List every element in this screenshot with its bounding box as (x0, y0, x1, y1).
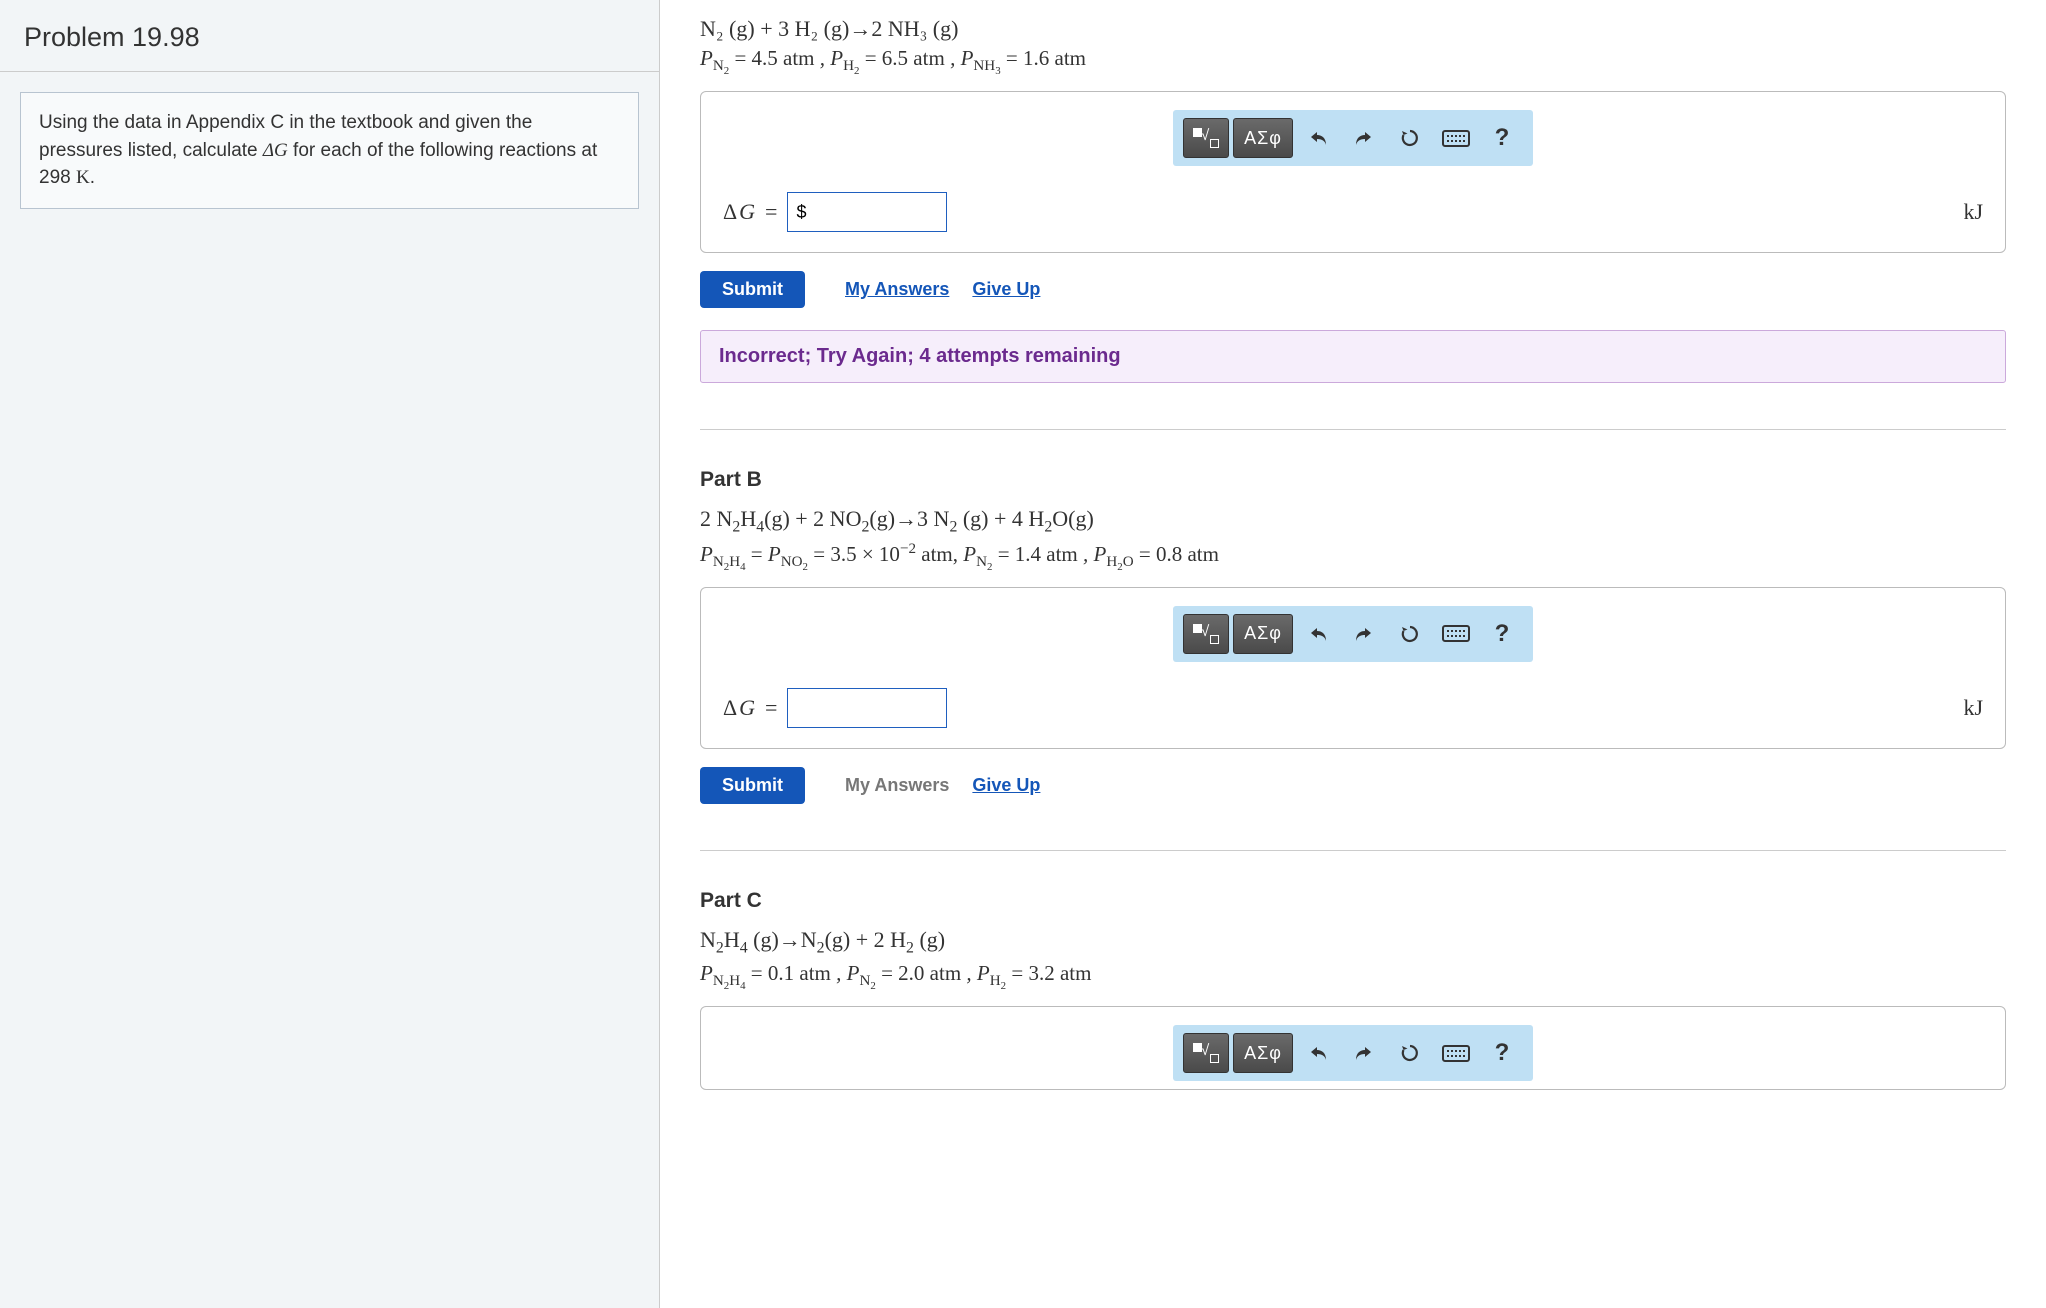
answer-input[interactable] (787, 192, 947, 232)
action-row: Submit My Answers Give Up (700, 271, 2006, 308)
give-up-link[interactable]: Give Up (972, 775, 1040, 795)
redo-icon (1353, 1044, 1375, 1062)
undo-icon (1307, 625, 1329, 643)
problem-title: Problem 19.98 (0, 0, 659, 72)
delta-g-label: ΔG (723, 199, 755, 225)
help-button[interactable]: ? (1481, 1033, 1523, 1073)
answer-box: √ ΑΣφ (700, 1006, 2006, 1090)
help-button[interactable]: ? (1481, 118, 1523, 158)
undo-icon (1307, 129, 1329, 147)
unit-label: kJ (1963, 695, 1983, 721)
reset-button[interactable] (1389, 614, 1431, 654)
feedback-message: Incorrect; Try Again; 4 attempts remaini… (700, 330, 2006, 383)
problem-instructions: Using the data in Appendix C in the text… (20, 92, 639, 209)
pressure-values: PN2H4 = 0.1 atm , PN2 = 2.0 atm , PH2 = … (700, 961, 2006, 992)
reaction-equation: 2 N2H4(g) + 2 NO2(g)→3 N2 (g) + 4 H2O(g) (700, 506, 2006, 536)
templates-icon: √ (1193, 1043, 1219, 1063)
divider (700, 429, 2006, 430)
kelvin-unit: K (76, 167, 90, 188)
give-up-link[interactable]: Give Up (972, 279, 1040, 299)
part-b-title: Part B (700, 468, 2006, 492)
keyboard-icon (1442, 625, 1470, 642)
templates-button[interactable]: √ (1183, 614, 1229, 654)
templates-button[interactable]: √ (1183, 118, 1229, 158)
templates-icon: √ (1193, 128, 1219, 148)
equation-toolbar: √ ΑΣφ (1173, 606, 1533, 662)
sidebar: Problem 19.98 Using the data in Appendix… (0, 0, 660, 1308)
my-answers-link[interactable]: My Answers (845, 279, 949, 299)
keyboard-icon (1442, 1045, 1470, 1062)
keyboard-button[interactable] (1435, 118, 1477, 158)
divider (700, 850, 2006, 851)
pressure-values: PN2H4 = PNO2 = 3.5 × 10−2 atm, PN2 = 1.4… (700, 541, 2006, 573)
keyboard-button[interactable] (1435, 614, 1477, 654)
delta-g-label: ΔG (723, 695, 755, 721)
reset-icon (1399, 623, 1421, 645)
reset-icon (1399, 1042, 1421, 1064)
help-button[interactable]: ? (1481, 614, 1523, 654)
my-answers-link: My Answers (845, 775, 949, 795)
undo-button[interactable] (1297, 118, 1339, 158)
submit-button[interactable]: Submit (700, 271, 805, 308)
reaction-equation: N₂ (g) + 3 H₂ (g)→2 NH₃ (g) (700, 16, 2006, 42)
redo-button[interactable] (1343, 614, 1385, 654)
part-b: Part B 2 N2H4(g) + 2 NO2(g)→3 N2 (g) + 4… (700, 468, 2006, 804)
equation-toolbar: √ ΑΣφ (1173, 1025, 1533, 1081)
keyboard-button[interactable] (1435, 1033, 1477, 1073)
redo-button[interactable] (1343, 118, 1385, 158)
submit-button[interactable]: Submit (700, 767, 805, 804)
equals-sign: = (765, 199, 777, 225)
part-c-title: Part C (700, 889, 2006, 913)
answer-box: √ ΑΣφ (700, 91, 2006, 253)
action-row: Submit My Answers Give Up (700, 767, 2006, 804)
reset-button[interactable] (1389, 1033, 1431, 1073)
keyboard-icon (1442, 130, 1470, 147)
greek-button[interactable]: ΑΣφ (1233, 1033, 1293, 1073)
part-a: N₂ (g) + 3 H₂ (g)→2 NH₃ (g) PN2 = 4.5 at… (700, 16, 2006, 383)
greek-button[interactable]: ΑΣφ (1233, 614, 1293, 654)
answer-input-row: ΔG = kJ (723, 688, 1983, 728)
answer-input-row: ΔG = kJ (723, 192, 1983, 232)
delta-g-symbol: ΔG (263, 140, 288, 161)
reset-button[interactable] (1389, 118, 1431, 158)
part-c: Part C N2H4 (g)→N2(g) + 2 H2 (g) PN2H4 =… (700, 889, 2006, 1091)
greek-button[interactable]: ΑΣφ (1233, 118, 1293, 158)
equation-toolbar: √ ΑΣφ (1173, 110, 1533, 166)
equals-sign: = (765, 695, 777, 721)
pressure-values: PN2 = 4.5 atm , PH2 = 6.5 atm , PNH3 = 1… (700, 46, 2006, 77)
answer-input[interactable] (787, 688, 947, 728)
templates-button[interactable]: √ (1183, 1033, 1229, 1073)
reset-icon (1399, 127, 1421, 149)
answer-box: √ ΑΣφ (700, 587, 2006, 749)
redo-button[interactable] (1343, 1033, 1385, 1073)
main-content: N₂ (g) + 3 H₂ (g)→2 NH₃ (g) PN2 = 4.5 at… (660, 0, 2046, 1308)
undo-button[interactable] (1297, 614, 1339, 654)
reaction-equation: N2H4 (g)→N2(g) + 2 H2 (g) (700, 927, 2006, 957)
instr-text-3: . (90, 167, 95, 188)
templates-icon: √ (1193, 624, 1219, 644)
undo-icon (1307, 1044, 1329, 1062)
unit-label: kJ (1963, 199, 1983, 225)
redo-icon (1353, 625, 1375, 643)
redo-icon (1353, 129, 1375, 147)
undo-button[interactable] (1297, 1033, 1339, 1073)
